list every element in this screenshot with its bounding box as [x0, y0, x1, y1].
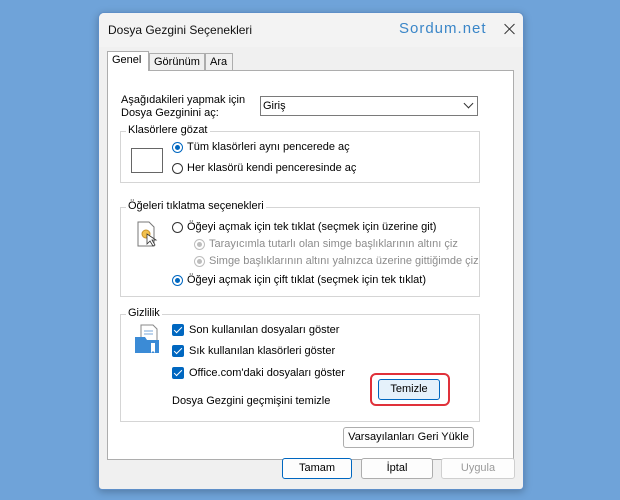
double-click-radio[interactable]	[172, 275, 183, 286]
click-group-title: Öğeleri tıklatma seçenekleri	[126, 200, 266, 212]
tab-genel[interactable]: Genel	[107, 51, 149, 71]
tab-gorunum[interactable]: Görünüm	[149, 53, 205, 70]
underline-browser-radio[interactable]	[194, 239, 205, 250]
open-in-select[interactable]: Giriş	[260, 96, 478, 116]
underline-hover-radio[interactable]	[194, 256, 205, 267]
single-click-radio[interactable]	[172, 222, 183, 233]
open-label-line1: Aşağıdakileri yapmak için	[121, 94, 246, 106]
browse-same-window-radio[interactable]	[172, 142, 183, 153]
watermark: Sordum.net	[399, 20, 487, 37]
browse-option2-label[interactable]: Her klasörü kendi penceresinde aç	[187, 162, 356, 174]
window-title: Dosya Gezgini Seçenekleri	[108, 23, 253, 37]
title-bar[interactable]: Dosya Gezgini Seçenekleri Sordum.net	[99, 13, 523, 47]
browse-own-window-radio[interactable]	[172, 163, 183, 174]
privacy-group-title: Gizlilik	[126, 307, 162, 319]
recent-files-checkbox[interactable]	[172, 324, 184, 336]
browse-option1-label[interactable]: Tüm klasörleri aynı pencerede aç	[187, 141, 350, 153]
privacy-check3-label[interactable]: Office.com'daki dosyaları göster	[189, 367, 345, 379]
cursor-click-icon	[137, 221, 158, 247]
general-panel: Aşağıdakileri yapmak için Dosya Gezginin…	[107, 70, 514, 460]
click-items-group: Öğeleri tıklatma seçenekleri Öğeyi açmak…	[120, 200, 480, 297]
clear-history-label: Dosya Gezgini geçmişini temizle	[172, 395, 331, 407]
tab-ara[interactable]: Ara	[205, 53, 233, 70]
browse-group-title: Klasörlere gözat	[126, 124, 210, 136]
chevron-down-icon	[463, 98, 474, 109]
office-files-checkbox[interactable]	[172, 367, 184, 379]
click-sub1-label: Tarayıcımla tutarlı olan simge başlıklar…	[209, 238, 458, 250]
open-label-line2: Dosya Gezginini aç:	[121, 107, 219, 119]
privacy-check1-label[interactable]: Son kullanılan dosyaları göster	[189, 324, 339, 336]
click-sub2-label: Simge başlıklarının altını yalnızca üzer…	[209, 255, 479, 267]
apply-button[interactable]: Uygula	[441, 458, 515, 479]
cancel-button[interactable]: İptal	[361, 458, 433, 479]
frequent-folders-checkbox[interactable]	[172, 345, 184, 357]
privacy-files-icon	[135, 324, 159, 353]
browse-folders-group: Klasörlere gözat Tüm klasörleri aynı pen…	[120, 124, 480, 183]
window-icon	[131, 148, 163, 173]
restore-defaults-button[interactable]: Varsayılanları Geri Yükle	[343, 427, 474, 448]
privacy-check2-label[interactable]: Sık kullanılan klasörleri göster	[189, 345, 335, 357]
folder-options-window: Dosya Gezgini Seçenekleri Sordum.net Gen…	[98, 12, 524, 490]
open-in-select-value: Giriş	[263, 100, 286, 112]
ok-button[interactable]: Tamam	[282, 458, 352, 479]
click-option2-label[interactable]: Öğeyi açmak için çift tıklat (seçmek içi…	[187, 274, 426, 286]
clear-history-button[interactable]: Temizle	[378, 379, 440, 400]
close-icon[interactable]	[503, 22, 517, 36]
click-option1-label[interactable]: Öğeyi açmak için tek tıklat (seçmek için…	[187, 221, 436, 233]
